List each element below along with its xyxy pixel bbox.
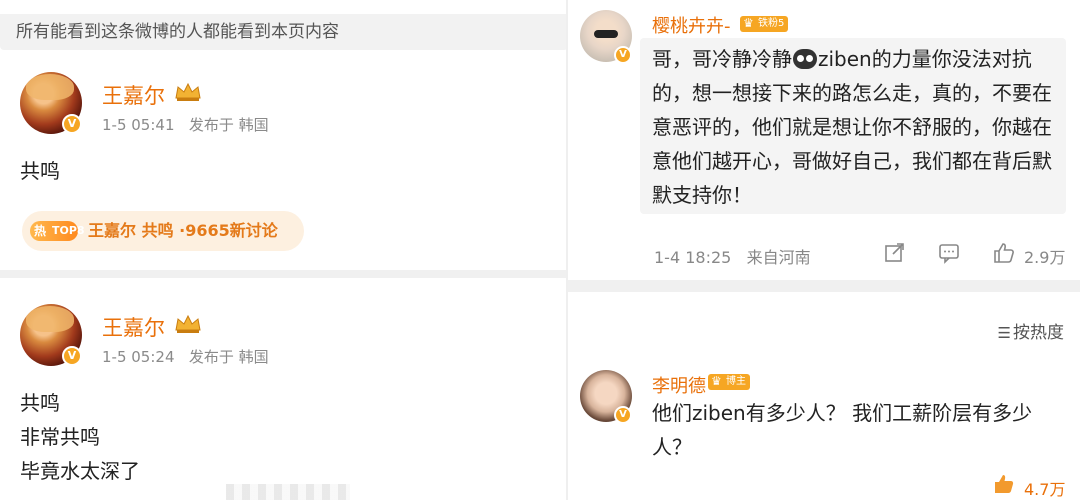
verified-v-icon: V — [614, 46, 632, 64]
hot-topic-chip[interactable]: TOP8 王嘉尔 共鸣 ·9665新讨论 — [22, 211, 304, 251]
like-icon[interactable] — [992, 241, 1016, 265]
verified-v-icon: V — [62, 346, 82, 366]
like-count: 4.7万 — [1024, 480, 1066, 499]
fan-badge: 铁粉5 — [740, 15, 789, 32]
post-time: 1-5 05:24 发布于 韩国 — [102, 346, 269, 367]
username[interactable]: 王嘉尔 — [102, 312, 165, 342]
comment-text-part-2: ziben的力量你没法对抗的，想一想接下来的路怎么走，真的，不要在意恶评的，他们… — [652, 47, 1052, 207]
divider — [0, 270, 568, 278]
username[interactable]: 樱桃卉卉- — [652, 12, 731, 38]
mask-emoji-icon — [793, 49, 817, 69]
time: 1-4 18:25 — [654, 248, 732, 267]
sort-button[interactable]: ☰ 按热度 — [998, 318, 1064, 343]
verified-v-icon: V — [614, 406, 632, 424]
comment-text-part-1: 哥，哥冷静冷静 — [652, 47, 792, 71]
like-count: 2.9万 — [1024, 248, 1066, 267]
right-screenshot: V 樱桃卉卉- 铁粉5 哥，哥冷静冷静ziben的力量你没法对抗的，想一想接下来… — [568, 0, 1080, 500]
like-icon[interactable] — [992, 472, 1016, 496]
post-time: 1-5 05:41 发布于 韩国 — [102, 114, 269, 135]
share-icon[interactable] — [884, 242, 906, 264]
visibility-notice: 所有能看到这条微博的人都能看到本页内容 — [0, 14, 568, 50]
left-screenshot: 所有能看到这条微博的人都能看到本页内容 V 王嘉尔 1-5 05:41 发布于 … — [0, 0, 568, 500]
comment-bubble: 哥，哥冷静冷静 ziben的力量你没法对抗的，想一想接下来的路怎么走，真的，不要在… — [640, 38, 1066, 214]
hot-topic-icon: TOP8 — [30, 221, 85, 241]
location: 发布于 韩国 — [188, 116, 269, 134]
comment-text: 哥，哥冷静冷静 ziben的力量你没法对抗的，想一想接下来的路怎么走，真的，不要在… — [652, 42, 1060, 212]
time: 1-5 05:24 — [102, 348, 175, 366]
comment-icon[interactable] — [938, 242, 960, 264]
verified-v-icon: V — [62, 114, 82, 134]
vip-crown-icon — [175, 82, 201, 101]
blurred-area — [226, 484, 350, 500]
post-line-2: 非常共鸣 — [20, 425, 100, 449]
location: 来自河南 — [746, 248, 811, 267]
comment-text: 他们ziben有多少人？ 我们工薪阶层有多少人？ — [652, 401, 1033, 459]
username[interactable]: 李明德 — [652, 372, 706, 398]
post-line-3: 毕竟水太深了 — [20, 459, 140, 483]
post-text: 共鸣 — [20, 159, 60, 183]
divider — [568, 280, 1080, 292]
post-line-1: 共鸣 — [20, 391, 60, 415]
time: 1-5 05:41 — [102, 116, 175, 134]
comment-meta: 1-4 18:25 来自河南 — [654, 244, 811, 268]
topic-text: 王嘉尔 共鸣 ·9665新讨论 — [88, 221, 278, 240]
location: 发布于 韩国 — [188, 348, 269, 366]
vip-crown-icon — [175, 314, 201, 333]
host-badge: 博主 — [708, 373, 750, 390]
username[interactable]: 王嘉尔 — [102, 80, 165, 110]
sort-label: 按热度 — [1013, 323, 1064, 343]
sort-icon: ☰ — [997, 324, 1011, 342]
